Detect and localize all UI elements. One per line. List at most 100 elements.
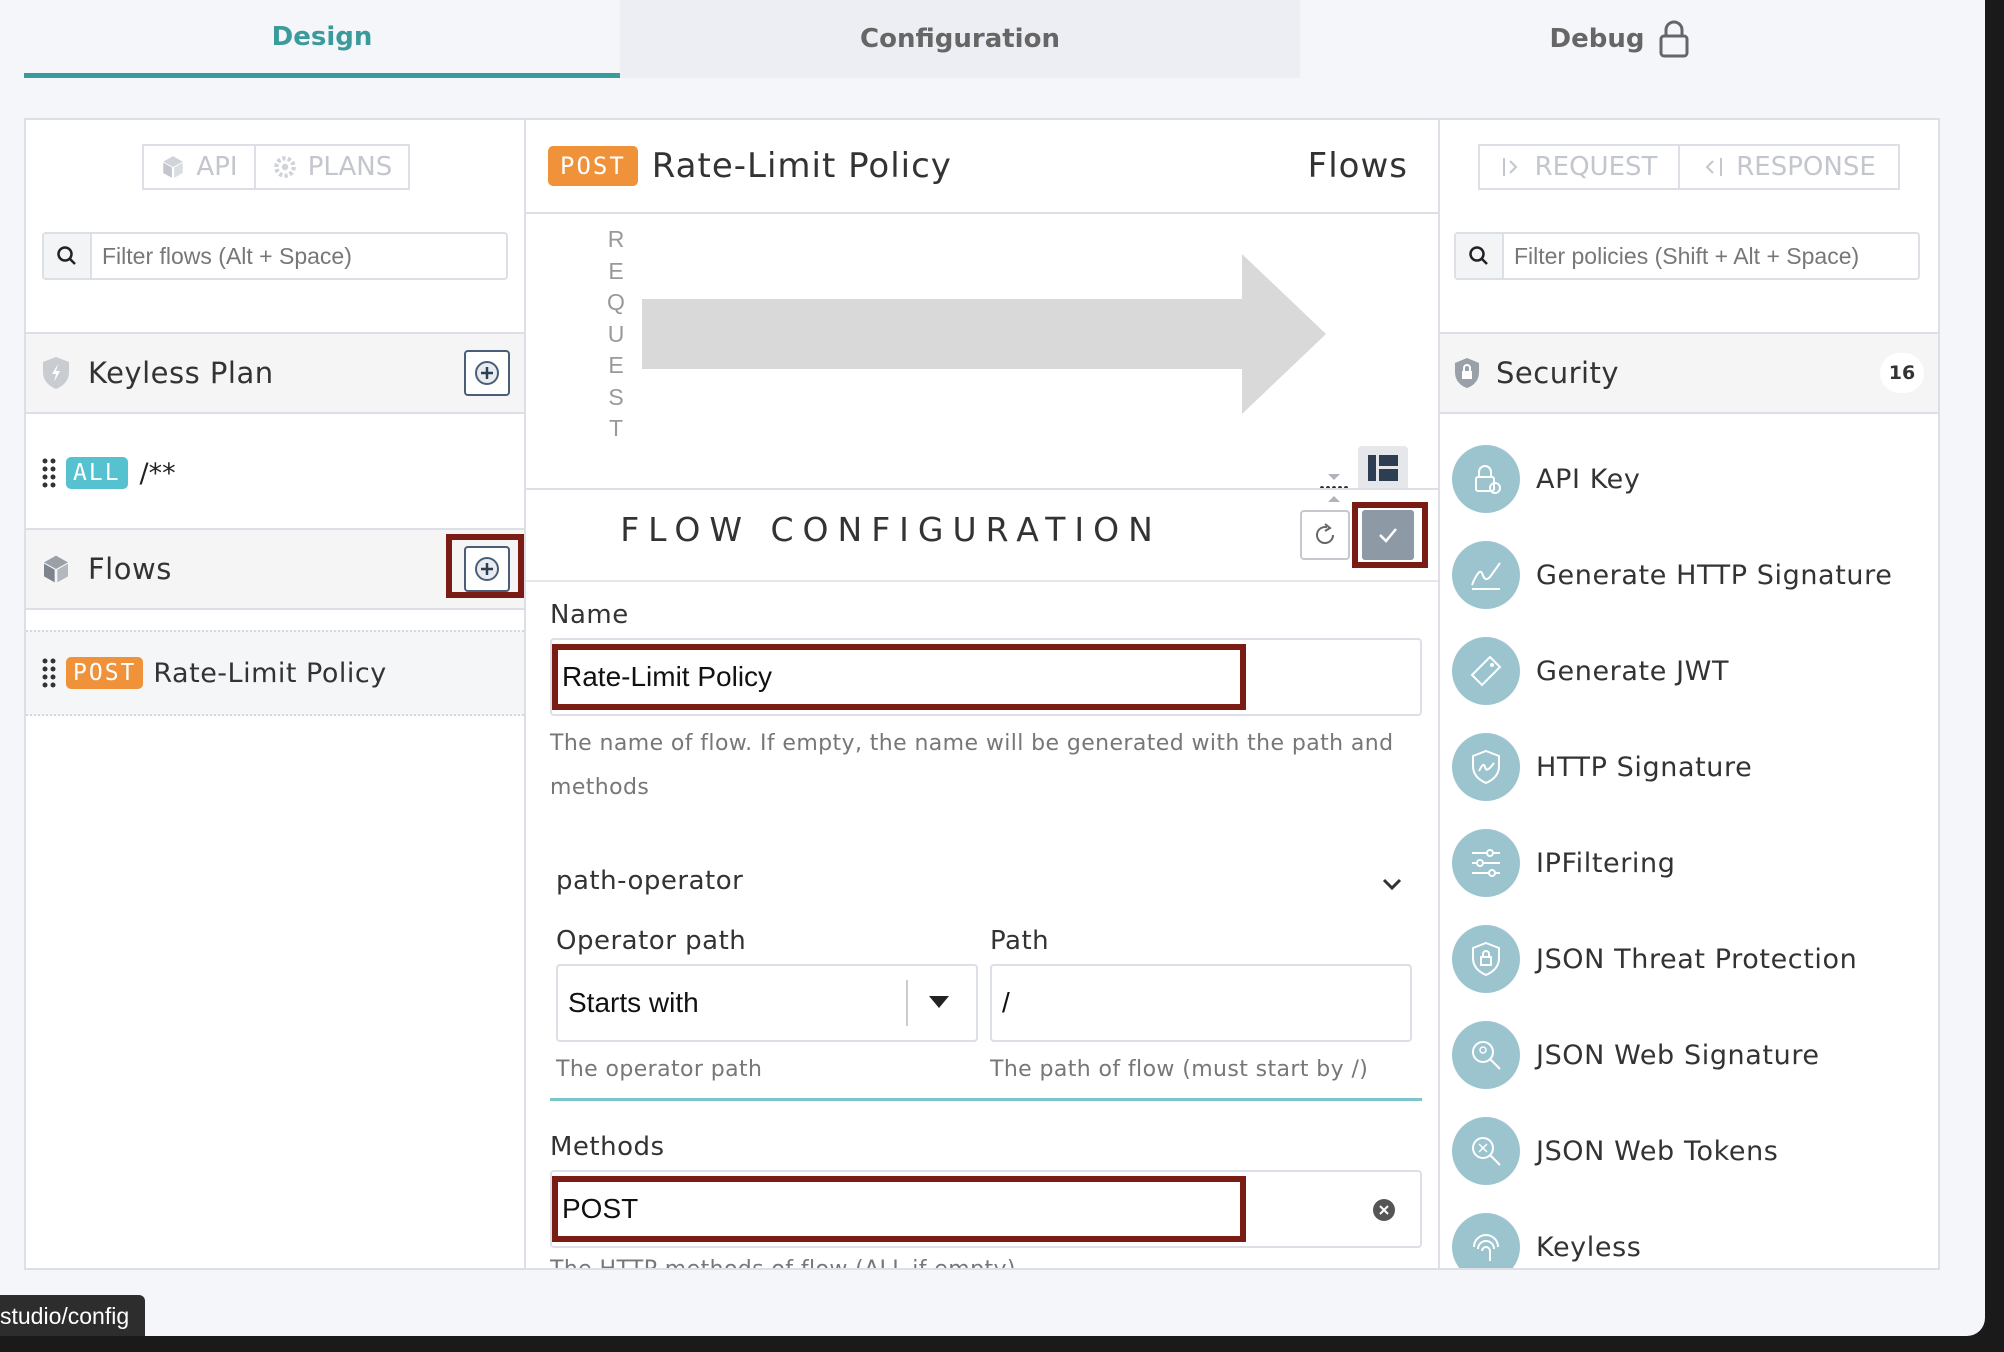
request-letter: R — [607, 226, 625, 252]
name-label: Name — [550, 600, 629, 630]
plus-circle-icon — [475, 557, 499, 581]
shield-bolt-icon — [43, 357, 69, 389]
save-button[interactable] — [1362, 510, 1414, 560]
magnifier-key-icon — [1452, 1117, 1520, 1185]
policy-name: JSON Web Tokens — [1536, 1135, 1779, 1167]
methods-value: POST — [562, 1193, 639, 1224]
api-key-icon — [1452, 445, 1520, 513]
security-section-header[interactable]: Security 16 — [1440, 332, 1938, 414]
operator-path-label: Operator path — [556, 926, 747, 956]
policy-item-http-signature[interactable]: HTTP Signature — [1452, 732, 1752, 802]
plan-title: Keyless Plan — [88, 356, 274, 390]
operator-path-help: The operator path — [556, 1057, 763, 1082]
tab-configuration[interactable]: Configuration — [620, 0, 1300, 78]
api-plans-toggle: API PLANS — [142, 144, 410, 190]
tab-design[interactable]: Design — [24, 0, 620, 78]
add-flow-button[interactable] — [464, 546, 510, 592]
policy-item-json-web-signature[interactable]: JSON Web Signature — [1452, 1020, 1820, 1090]
policy-item-api-key[interactable]: API Key — [1452, 444, 1640, 514]
section-divider — [550, 1098, 1422, 1101]
policy-name: Keyless — [1536, 1231, 1642, 1263]
filter-policies-input[interactable] — [1504, 234, 1918, 278]
policy-item-ipfiltering[interactable]: IPFiltering — [1452, 828, 1675, 898]
security-title: Security — [1496, 356, 1620, 390]
name-field[interactable]: Rate-Limit Policy — [550, 638, 1422, 716]
shield-lock-icon — [1452, 925, 1520, 993]
flow-title: Rate-Limit Policy — [651, 146, 952, 186]
status-url: studio/config — [0, 1302, 130, 1329]
methods-field[interactable]: POST — [550, 1170, 1422, 1248]
flow-header: POST Rate-Limit Policy Flows — [526, 120, 1438, 214]
plan-flow-item[interactable]: ALL /** — [42, 450, 176, 496]
request-letter: E — [608, 352, 624, 378]
plans-label: PLANS — [307, 152, 393, 182]
api-label: API — [196, 152, 238, 182]
flow-editor-panel: POST Rate-Limit Policy Flows R E Q U E S… — [524, 118, 1440, 1270]
divider — [526, 488, 1438, 490]
policy-name: JSON Web Signature — [1536, 1039, 1820, 1071]
enter-arrow-icon — [1502, 158, 1518, 176]
clear-icon[interactable] — [1372, 1198, 1396, 1222]
request-toggle-button[interactable]: REQUEST — [1478, 144, 1680, 190]
methods-label: Methods — [550, 1132, 665, 1162]
cube-icon — [44, 555, 68, 583]
flow-configuration-title: FLOW CONFIGURATION — [620, 510, 1162, 549]
policy-name: HTTP Signature — [1536, 751, 1753, 783]
search-icon — [1456, 234, 1504, 278]
policy-item-json-threat-protection[interactable]: JSON Threat Protection — [1452, 924, 1857, 994]
flow-list-item[interactable]: POST Rate-Limit Policy — [26, 630, 524, 716]
policy-count-badge: 16 — [1880, 353, 1924, 393]
name-value: Rate-Limit Policy — [562, 661, 773, 692]
magnifier-key-icon — [1452, 1021, 1520, 1089]
chevron-down-icon[interactable] — [1380, 872, 1404, 896]
plan-flow-path: /** — [139, 457, 176, 489]
plan-section-header: Keyless Plan — [26, 332, 524, 414]
filter-flows-input[interactable] — [92, 234, 506, 278]
gear-icon — [273, 156, 296, 178]
policy-item-generate-http-signature[interactable]: Generate HTTP Signature — [1452, 540, 1892, 610]
refresh-icon — [1316, 523, 1335, 544]
policy-name: Generate JWT — [1536, 655, 1730, 687]
exit-arrow-icon — [1705, 158, 1723, 176]
path-field[interactable]: / — [990, 964, 1412, 1042]
dropdown-caret-icon — [929, 996, 949, 1008]
tab-debug[interactable]: Debug — [1300, 0, 1940, 78]
method-badge-post: POST — [548, 146, 638, 186]
add-plan-flow-button[interactable] — [464, 350, 510, 396]
operator-path-value: Starts with — [568, 987, 699, 1018]
search-icon — [44, 234, 92, 278]
method-badge-all: ALL — [66, 457, 128, 489]
reset-button[interactable] — [1300, 510, 1350, 560]
tag-icon — [1452, 637, 1520, 705]
signature-pen-icon — [1452, 541, 1520, 609]
drag-handle-icon — [42, 458, 56, 488]
policy-item-keyless[interactable]: Keyless — [1452, 1212, 1642, 1268]
response-toggle-button[interactable]: RESPONSE — [1678, 144, 1900, 190]
policy-item-json-web-tokens[interactable]: JSON Web Tokens — [1452, 1116, 1778, 1186]
api-toggle-button[interactable]: API — [142, 144, 256, 190]
layout-toggle-button[interactable] — [1358, 446, 1408, 490]
tab-design-label: Design — [271, 21, 373, 52]
request-letter: S — [608, 383, 624, 410]
shield-signature-icon — [1452, 733, 1520, 801]
request-letter: U — [607, 320, 625, 347]
flow-name: Rate-Limit Policy — [153, 657, 387, 689]
policy-name: API Key — [1536, 463, 1641, 495]
filter-flows-search — [42, 232, 508, 280]
layout-icon — [1368, 455, 1398, 481]
filter-policies-search — [1454, 232, 1920, 280]
policy-item-generate-jwt[interactable]: Generate JWT — [1452, 636, 1729, 706]
plans-toggle-button[interactable]: PLANS — [254, 144, 410, 190]
request-letter: T — [608, 415, 624, 441]
divider — [526, 580, 1438, 582]
policy-name: Generate HTTP Signature — [1536, 559, 1893, 591]
path-label: Path — [990, 926, 1050, 956]
flows-link[interactable]: Flows — [1308, 146, 1408, 186]
app-screen: Design Configuration Debug API PLANS Ke — [0, 0, 1985, 1336]
policy-name: IPFiltering — [1536, 847, 1676, 879]
tab-debug-label: Debug — [1549, 24, 1645, 54]
response-label: RESPONSE — [1736, 152, 1876, 182]
request-letter: E — [608, 257, 624, 284]
operator-path-select[interactable]: Starts with — [556, 964, 978, 1042]
plus-circle-icon — [475, 361, 499, 385]
